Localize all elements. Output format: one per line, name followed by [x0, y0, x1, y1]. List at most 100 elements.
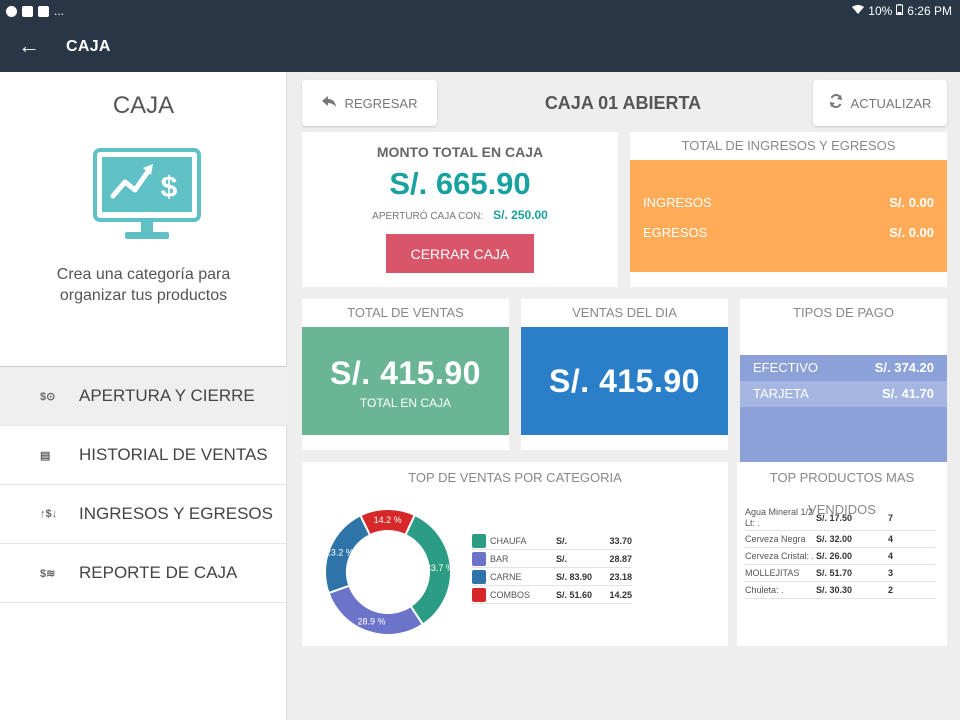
- sidebar-item-label: INGRESOS Y EGRESOS: [79, 504, 273, 523]
- ingresos-label: INGRESOS: [643, 195, 712, 210]
- donut-label-chaufa: 33.7 %: [426, 563, 454, 573]
- product-qty: 2: [888, 585, 894, 595]
- cash-report-icon: $≋: [40, 567, 56, 580]
- receipt-icon: ▤: [40, 449, 51, 462]
- back-arrow-icon[interactable]: ←: [18, 32, 40, 60]
- more-notifications: ...: [54, 4, 65, 18]
- product-qty: 4: [888, 534, 894, 544]
- sidebar-item-ingresos-egresos[interactable]: ↑$↓ INGRESOS Y EGRESOS: [0, 485, 287, 544]
- back-button[interactable]: REGRESAR: [302, 80, 437, 126]
- sidebar-item-historial-ventas[interactable]: ▤ HISTORIAL DE VENTAS: [0, 426, 287, 485]
- product-name: Cerveza Cristal: .: [745, 550, 815, 561]
- table-row: MOLLEJITAS S/. 51.70 3: [745, 565, 935, 582]
- table-row: Chuleta: . S/. 30.30 2: [745, 582, 935, 599]
- apertura-value: S/. 250.00: [493, 208, 548, 222]
- refresh-button-label: ACTUALIZAR: [850, 95, 932, 111]
- legend-swatch: [472, 533, 486, 548]
- legend-item: CARNE S/. 83.90 23.18: [472, 568, 632, 586]
- legend-value: 28.87: [609, 553, 632, 564]
- tipos-pago-card: TIPOS DE PAGO EFECTIVO S/. 374.20 TARJET…: [740, 299, 947, 463]
- total-ventas-body: S/. 415.90 TOTAL EN CAJA: [302, 327, 509, 435]
- legend-swatch: [472, 587, 486, 602]
- back-button-label: REGRESAR: [344, 95, 418, 111]
- total-ventas-card: TOTAL DE VENTAS S/. 415.90 TOTAL EN CAJA: [302, 299, 509, 450]
- product-amount: S/. 51.70: [816, 568, 853, 578]
- legend-name: CARNE: [490, 571, 522, 582]
- refresh-button[interactable]: ACTUALIZAR: [813, 80, 947, 126]
- refresh-icon: [829, 93, 843, 112]
- cash-flow-icon: ↑$↓: [40, 508, 58, 520]
- app-title: CAJA: [66, 38, 111, 55]
- status-bar: ... 10% 6:26 PM: [0, 0, 960, 22]
- legend-currency: S/.: [556, 535, 568, 546]
- main-content: REGRESAR CAJA 01 ABIERTA ACTUALIZAR MONT…: [288, 72, 960, 720]
- legend-name: CHAUFA: [490, 535, 527, 546]
- product-name: MOLLEJITAS: [745, 567, 800, 578]
- ventas-dia-card: VENTAS DEL DIA S/. 415.90: [521, 299, 728, 450]
- monto-value: S/. 665.90: [389, 166, 531, 201]
- legend-name: BAR: [490, 553, 509, 564]
- legend-swatch: [472, 569, 486, 584]
- pago-value: S/. 374.20: [874, 360, 934, 375]
- egresos-value: S/. 0.00: [889, 225, 934, 240]
- close-register-button[interactable]: CERRAR CAJA: [386, 234, 534, 273]
- app-bar: ← CAJA: [0, 22, 960, 72]
- product-amount: S/. 17.50: [816, 513, 853, 523]
- donut-label-carne: 23.2 %: [326, 547, 354, 557]
- tipos-pago-body: EFECTIVO S/. 374.20 TARJETA S/. 41.70: [740, 355, 947, 463]
- svg-text:$: $: [161, 171, 178, 204]
- category-donut-chart: 33.7 % 28.9 % 23.2 % 14.2 %: [324, 508, 454, 636]
- legend-value: 33.70: [609, 535, 632, 546]
- egresos-label: EGRESOS: [643, 225, 708, 240]
- legend-currency: S/.: [556, 553, 568, 564]
- product-amount: S/. 26.00: [816, 551, 853, 561]
- legend-item: BAR S/. 28.87: [472, 550, 632, 568]
- ventas-dia-title: VENTAS DEL DIA: [521, 299, 728, 327]
- table-row: Cerveza Negra S/. 32.00 4: [745, 531, 935, 548]
- message-icon: [6, 5, 17, 17]
- total-ventas-value: S/. 415.90: [330, 355, 481, 391]
- product-amount: S/. 32.00: [816, 534, 853, 544]
- legend-value: 14.25: [609, 589, 632, 600]
- ventas-dia-body: S/. 415.90: [521, 327, 728, 435]
- image-icon: [22, 5, 33, 17]
- pago-row-tarjeta: TARJETA S/. 41.70: [740, 381, 947, 407]
- ingresos-egresos-title: TOTAL DE INGRESOS Y EGRESOS: [630, 132, 947, 160]
- status-right: 10% 6:26 PM: [852, 4, 952, 18]
- donut-label-bar: 28.9 %: [358, 616, 386, 626]
- top-categoria-title: TOP DE VENTAS POR CATEGORIA: [302, 462, 728, 494]
- monto-card: MONTO TOTAL EN CAJA S/. 665.90 APERTURÓ …: [302, 132, 618, 287]
- ingresos-egresos-body: INGRESOS S/. 0.00 EGRESOS S/. 0.00: [630, 160, 947, 272]
- table-row: Agua Mineral 1/2 Lt: . S/. 17.50 7: [745, 506, 935, 531]
- tipos-pago-title: TIPOS DE PAGO: [740, 299, 947, 327]
- sidebar-item-label: APERTURA Y CIERRE: [79, 386, 255, 405]
- product-name: Cerveza Negra: [745, 533, 806, 544]
- ingresos-egresos-card: TOTAL DE INGRESOS Y EGRESOS INGRESOS S/.…: [630, 132, 947, 287]
- sidebar-description: Crea una categoría para organizar tus pr…: [56, 266, 231, 304]
- sidebar-menu: $⊙ APERTURA Y CIERRE ▤ HISTORIAL DE VENT…: [0, 367, 287, 603]
- battery-icon: [896, 4, 904, 18]
- legend-currency: S/. 51.60: [556, 589, 593, 600]
- egresos-row: EGRESOS S/. 0.00: [630, 225, 947, 240]
- wifi-icon: [852, 4, 865, 18]
- legend-currency: S/. 83.90: [556, 571, 593, 582]
- product-qty: 7: [888, 513, 894, 523]
- top-productos-table: Agua Mineral 1/2 Lt: . S/. 17.50 7 Cerve…: [745, 506, 935, 599]
- sidebar-item-apertura-cierre[interactable]: $⊙ APERTURA Y CIERRE: [0, 367, 287, 426]
- table-row: Cerveza Cristal: . S/. 26.00 4: [745, 548, 935, 565]
- battery-level: 10%: [868, 4, 893, 18]
- product-amount: S/. 30.30: [816, 585, 853, 595]
- pago-row-efectivo: EFECTIVO S/. 374.20: [740, 355, 947, 381]
- legend-item: COMBOS S/. 51.60 14.25: [472, 586, 632, 604]
- reply-arrow-icon: [321, 95, 337, 112]
- sidebar-header: CAJA $ Crea una categoría para organizar…: [0, 72, 287, 367]
- total-ventas-title: TOTAL DE VENTAS: [302, 299, 509, 327]
- product-name: Chuleta: .: [745, 584, 784, 595]
- apertura-label: APERTURÓ CAJA CON:: [372, 211, 484, 222]
- ingresos-row: INGRESOS S/. 0.00: [630, 195, 947, 210]
- pago-label: EFECTIVO: [753, 360, 819, 375]
- legend-value: 23.18: [609, 571, 632, 582]
- donut-slice-bar: [327, 584, 425, 636]
- cash-clock-icon: $⊙: [40, 390, 56, 403]
- sidebar-item-reporte-caja[interactable]: $≋ REPORTE DE CAJA: [0, 544, 287, 603]
